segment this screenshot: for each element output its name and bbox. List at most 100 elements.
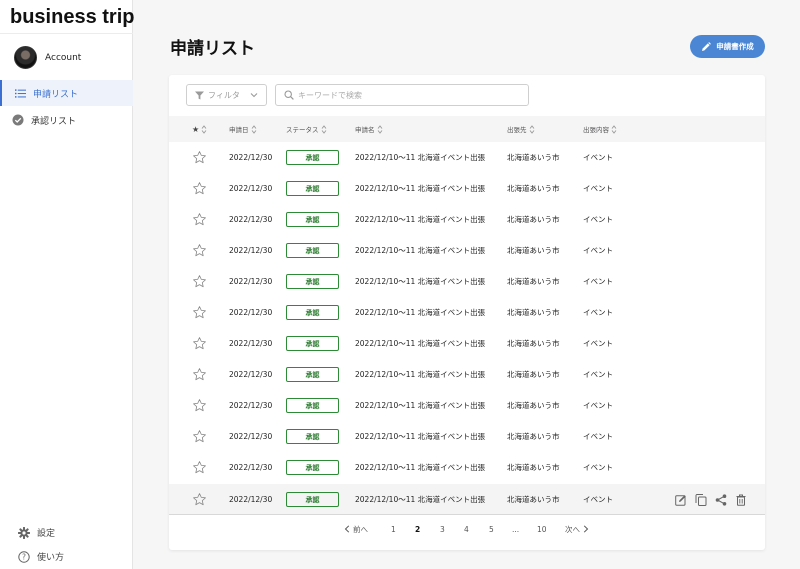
pagination-prev-button[interactable]: 前へ [344, 521, 368, 537]
search-box[interactable] [275, 84, 529, 106]
list-icon [14, 87, 26, 99]
row-date: 2022/12/30 [229, 308, 273, 317]
star-icon[interactable] [192, 266, 207, 297]
row-date: 2022/12/30 [229, 277, 273, 286]
create-application-button[interactable]: 申請書作成 [690, 35, 765, 58]
pagination-page-10[interactable]: 10 [537, 521, 547, 537]
sort-icon [529, 124, 535, 134]
row-name: 2022/12/10〜11 北海道イベント出張 [355, 184, 486, 193]
row-destination: 北海道あいう市 [507, 277, 560, 286]
page-title: 申請リスト [170, 39, 255, 59]
filter-button[interactable]: フィルタ [186, 84, 267, 106]
row-name: 2022/12/10〜11 北海道イベント出張 [355, 495, 486, 504]
trash-icon[interactable] [734, 493, 747, 506]
copy-icon[interactable] [694, 493, 707, 506]
status-badge: 承認 [286, 460, 339, 475]
row-date: 2022/12/30 [229, 184, 273, 193]
star-icon[interactable] [192, 142, 207, 173]
table-row[interactable]: 2022/12/30 承認 2022/12/10〜11 北海道イベント出張 北海… [169, 484, 765, 515]
table-row[interactable]: 2022/12/30 承認 2022/12/10〜11 北海道イベント出張 北海… [169, 173, 765, 204]
column-header-destination[interactable]: 出張先 [507, 116, 535, 142]
pagination-page-2[interactable]: 2 [415, 521, 420, 537]
row-content: イベント [583, 370, 613, 379]
chevron-down-icon [250, 91, 258, 101]
row-content: イベント [583, 215, 613, 224]
table-row[interactable]: 2022/12/30 承認 2022/12/10〜11 北海道イベント出張 北海… [169, 328, 765, 359]
sidebar-item-label: 承認リスト [31, 116, 77, 127]
row-name: 2022/12/10〜11 北海道イベント出張 [355, 339, 486, 348]
status-badge: 承認 [286, 492, 339, 507]
star-icon[interactable] [192, 390, 207, 421]
sidebar-item-help[interactable]: ? 使い方 [18, 550, 64, 563]
star-icon[interactable] [192, 452, 207, 483]
row-content: イベント [583, 401, 613, 410]
account-menu[interactable]: Account [14, 46, 81, 69]
pagination-page-3[interactable]: 3 [440, 521, 445, 537]
star-icon[interactable] [192, 297, 207, 328]
pagination-page-1[interactable]: 1 [391, 521, 396, 537]
star-icon[interactable] [192, 173, 207, 204]
star-icon[interactable] [192, 359, 207, 390]
table-row[interactable]: 2022/12/30 承認 2022/12/10〜11 北海道イベント出張 北海… [169, 235, 765, 266]
table-row[interactable]: 2022/12/30 承認 2022/12/10〜11 北海道イベント出張 北海… [169, 204, 765, 235]
pagination-next-button[interactable]: 次へ [565, 521, 589, 537]
pagination-page-4[interactable]: 4 [464, 521, 469, 537]
table-row[interactable]: 2022/12/30 承認 2022/12/10〜11 北海道イベント出張 北海… [169, 421, 765, 452]
row-name: 2022/12/10〜11 北海道イベント出張 [355, 277, 486, 286]
table-row[interactable]: 2022/12/30 承認 2022/12/10〜11 北海道イベント出張 北海… [169, 142, 765, 173]
chevron-left-icon [344, 525, 350, 533]
sidebar-item-application-list[interactable]: 申請リスト [0, 80, 133, 106]
row-name: 2022/12/10〜11 北海道イベント出張 [355, 463, 486, 472]
status-badge: 承認 [286, 305, 339, 320]
status-badge: 承認 [286, 243, 339, 258]
sort-icon [611, 124, 617, 134]
pagination-page-5[interactable]: 5 [489, 521, 494, 537]
table-row[interactable]: 2022/12/30 承認 2022/12/10〜11 北海道イベント出張 北海… [169, 452, 765, 483]
row-date: 2022/12/30 [229, 401, 273, 410]
status-badge: 承認 [286, 212, 339, 227]
row-destination: 北海道あいう市 [507, 432, 560, 441]
row-date: 2022/12/30 [229, 495, 273, 504]
sort-icon [201, 124, 207, 134]
star-icon[interactable] [192, 328, 207, 359]
table-row[interactable]: 2022/12/30 承認 2022/12/10〜11 北海道イベント出張 北海… [169, 297, 765, 328]
account-name: Account [45, 52, 82, 63]
sort-icon [251, 124, 257, 134]
row-name: 2022/12/10〜11 北海道イベント出張 [355, 215, 486, 224]
row-date: 2022/12/30 [229, 432, 273, 441]
column-header-content[interactable]: 出張内容 [583, 116, 617, 142]
filter-label: フィルタ [208, 90, 240, 100]
column-header-star[interactable]: ★ [192, 116, 207, 142]
row-name: 2022/12/10〜11 北海道イベント出張 [355, 308, 486, 317]
sidebar: business trip Account 申請リスト 承認リスト 設定 ? 使… [0, 0, 134, 569]
star-icon[interactable] [192, 421, 207, 452]
table-row[interactable]: 2022/12/30 承認 2022/12/10〜11 北海道イベント出張 北海… [169, 390, 765, 421]
row-destination: 北海道あいう市 [507, 308, 560, 317]
table-row[interactable]: 2022/12/30 承認 2022/12/10〜11 北海道イベント出張 北海… [169, 359, 765, 390]
edit-icon[interactable] [674, 493, 687, 506]
row-date: 2022/12/30 [229, 215, 273, 224]
column-header-name[interactable]: 申請名 [355, 116, 383, 142]
status-badge: 承認 [286, 398, 339, 413]
help-icon: ? [18, 550, 30, 563]
search-input[interactable] [298, 90, 518, 100]
column-header-status[interactable]: ステータス [286, 116, 327, 142]
table-row[interactable]: 2022/12/30 承認 2022/12/10〜11 北海道イベント出張 北海… [169, 266, 765, 297]
row-name: 2022/12/10〜11 北海道イベント出張 [355, 432, 486, 441]
table-header: ★ 申請日 ステータス 申請名 出張先 出張内容 [169, 116, 765, 142]
sidebar-item-approval-list[interactable]: 承認リスト [0, 107, 133, 133]
status-badge: 承認 [286, 336, 339, 351]
column-header-date[interactable]: 申請日 [229, 116, 257, 142]
sidebar-item-settings[interactable]: 設定 [18, 526, 55, 539]
status-badge: 承認 [286, 274, 339, 289]
share-icon[interactable] [714, 493, 727, 506]
svg-text:?: ? [22, 552, 26, 561]
star-icon[interactable] [192, 484, 207, 515]
row-actions [674, 484, 754, 515]
row-destination: 北海道あいう市 [507, 153, 560, 162]
star-icon[interactable] [192, 204, 207, 235]
sidebar-item-label: 申請リスト [33, 89, 79, 100]
status-badge: 承認 [286, 181, 339, 196]
star-icon[interactable] [192, 235, 207, 266]
row-name: 2022/12/10〜11 北海道イベント出張 [355, 246, 486, 255]
